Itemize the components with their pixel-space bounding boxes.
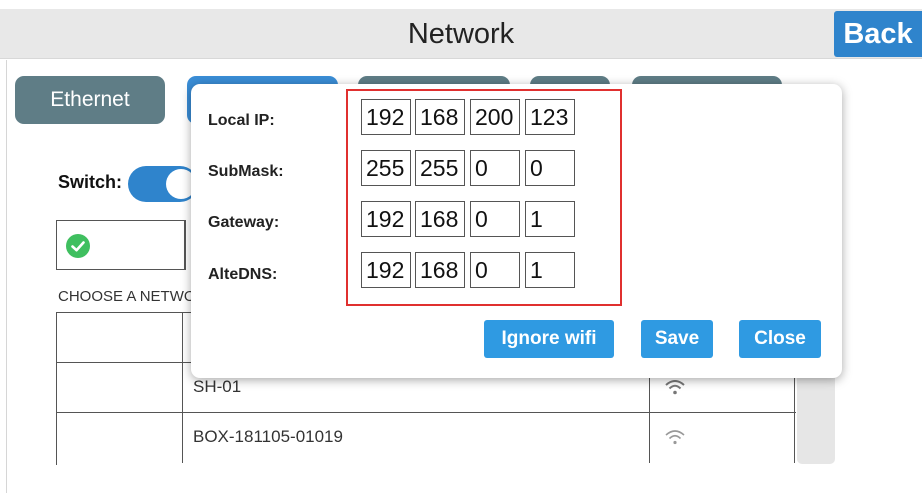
submask-octet-2[interactable]: 255 [415,150,465,186]
close-button[interactable]: Close [739,320,821,358]
save-button[interactable]: Save [641,320,713,358]
content-border [6,60,7,493]
table-cell [57,413,183,463]
ignore-wifi-button[interactable]: Ignore wifi [484,320,614,358]
local-ip-octet-3[interactable]: 200 [470,99,520,135]
network-row[interactable]: BOX-181105-01019 [57,412,796,463]
gateway-octet-2[interactable]: 168 [415,201,465,237]
local-ip-octet-1[interactable]: 192 [361,99,411,135]
submask-octet-4[interactable]: 0 [525,150,575,186]
check-circle-icon [66,234,90,258]
submask-octet-1[interactable]: 255 [361,150,411,186]
altedns-octet-1[interactable]: 192 [361,252,411,288]
choose-network-heading: CHOOSE A NETWORK [58,288,198,305]
altedns-octet-4[interactable]: 1 [525,252,575,288]
table-cell [57,363,183,413]
local-ip-octet-4[interactable]: 123 [525,99,575,135]
submask-octet-3[interactable]: 0 [470,150,520,186]
gateway-octet-4[interactable]: 1 [525,201,575,237]
gateway-octet-1[interactable]: 192 [361,201,411,237]
page-title: Network [407,18,515,50]
table-cell [57,313,183,363]
cell-divider [794,413,795,463]
wifi-switch-toggle[interactable] [128,166,198,202]
gateway-octet-3[interactable]: 0 [470,201,520,237]
local-ip-octet-2[interactable]: 168 [415,99,465,135]
altedns-octet-3[interactable]: 0 [470,252,520,288]
cell-divider [184,221,185,269]
submask-label: SubMask: [208,163,284,180]
switch-label: Switch: [58,172,123,192]
wifi-icon [665,430,685,445]
back-button[interactable]: Back [834,11,922,57]
altedns-octet-2[interactable]: 168 [415,252,465,288]
network-name: BOX-181105-01019 [193,427,343,446]
connected-network-row [56,220,186,270]
ip-config-dialog: Local IP: SubMask: Gateway: AlteDNS: 192… [191,84,842,378]
local-ip-label: Local IP: [208,112,275,129]
header-bar: Network Back [0,9,922,59]
altedns-label: AlteDNS: [208,266,278,283]
gateway-label: Gateway: [208,214,280,231]
wifi-icon [665,380,685,395]
tab-ethernet[interactable]: Ethernet [15,76,165,124]
cell-divider [649,413,650,463]
